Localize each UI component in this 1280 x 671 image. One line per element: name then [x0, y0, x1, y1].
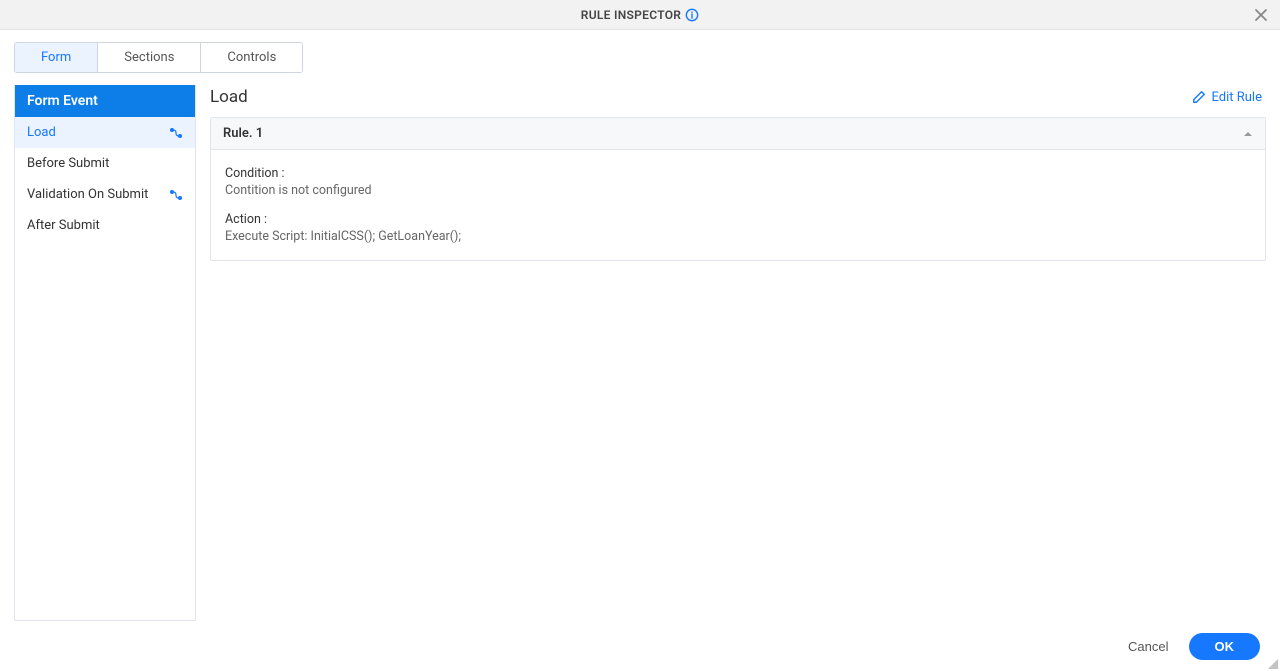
rule-condition: Condition : Contition is not configured [225, 166, 1251, 198]
rule-condition-value: Contition is not configured [225, 183, 1251, 198]
rule-action-label: Action : [225, 212, 1251, 227]
sidebar-item-label: After Submit [27, 218, 100, 233]
rule-card: Rule. 1 Condition : Contition is not con… [210, 117, 1266, 261]
sidebar-item-label: Validation On Submit [27, 187, 148, 202]
content-area: Form Sections Controls Form Event Load B… [0, 30, 1280, 621]
collapse-icon [1243, 129, 1253, 139]
rule-condition-label: Condition : [225, 166, 1251, 181]
edit-icon [1192, 90, 1206, 104]
sidebar-item-load[interactable]: Load [15, 117, 195, 148]
dialog-title-text: RULE INSPECTOR [581, 8, 681, 22]
sidebar: Form Event Load Before Submit Validation… [14, 85, 196, 621]
info-icon[interactable] [685, 8, 699, 22]
resize-handle[interactable] [1268, 659, 1278, 669]
dialog-header: RULE INSPECTOR [0, 0, 1280, 30]
dialog-title: RULE INSPECTOR [581, 8, 699, 22]
details-header: Load Edit Rule [210, 85, 1266, 117]
details-title: Load [210, 87, 248, 107]
rule-action: Action : Execute Script: InitialCSS(); G… [225, 212, 1251, 244]
rule-action-value: Execute Script: InitialCSS(); GetLoanYea… [225, 229, 1251, 244]
cancel-button[interactable]: Cancel [1124, 633, 1172, 660]
flow-icon [169, 189, 183, 201]
sidebar-item-validation-on-submit[interactable]: Validation On Submit [15, 179, 195, 210]
sidebar-item-label: Load [27, 125, 56, 140]
tab-sections[interactable]: Sections [98, 43, 201, 72]
footer: Cancel OK [0, 621, 1280, 671]
rule-card-title: Rule. 1 [223, 126, 263, 141]
sidebar-header: Form Event [15, 85, 195, 117]
edit-rule-label: Edit Rule [1212, 90, 1262, 105]
rule-card-body: Condition : Contition is not configured … [211, 150, 1265, 260]
ok-button[interactable]: OK [1189, 633, 1261, 660]
tab-form[interactable]: Form [15, 43, 98, 72]
edit-rule-button[interactable]: Edit Rule [1192, 90, 1262, 105]
details-panel: Load Edit Rule Rule. 1 [210, 85, 1266, 621]
rule-card-header[interactable]: Rule. 1 [211, 118, 1265, 150]
sidebar-item-before-submit[interactable]: Before Submit [15, 148, 195, 179]
tab-controls[interactable]: Controls [201, 43, 302, 72]
sidebar-item-label: Before Submit [27, 156, 109, 171]
main-panel: Form Event Load Before Submit Validation… [14, 85, 1266, 621]
flow-icon [169, 127, 183, 139]
sidebar-item-after-submit[interactable]: After Submit [15, 210, 195, 241]
close-button[interactable] [1252, 6, 1270, 24]
tabs: Form Sections Controls [14, 42, 303, 73]
